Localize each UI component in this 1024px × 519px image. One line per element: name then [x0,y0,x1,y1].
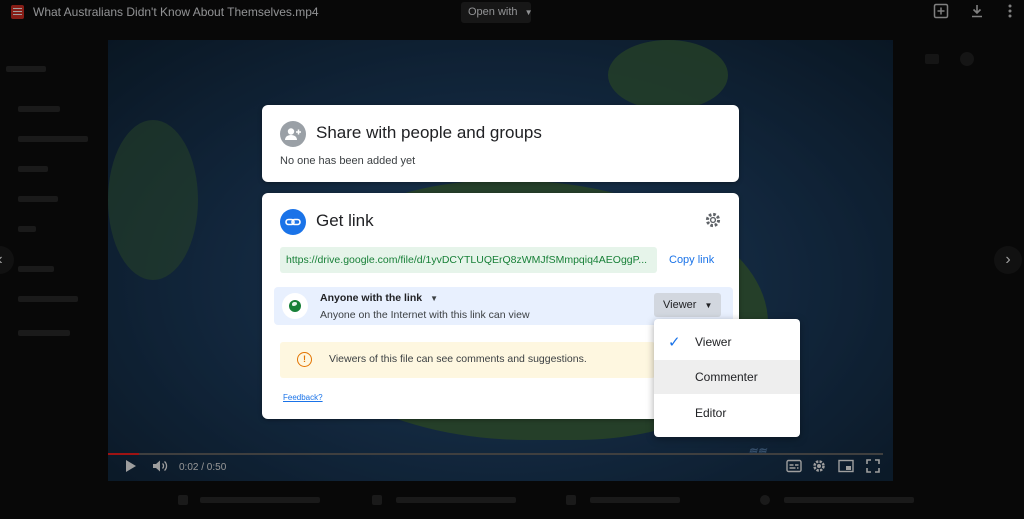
role-menu-item-label: Editor [695,406,727,420]
role-menu-item-label: Viewer [695,335,732,349]
share-subtitle: No one has been added yet [280,155,416,167]
info-banner-text: Viewers of this file can see comments an… [329,353,587,365]
copy-link-button[interactable]: Copy link [669,254,714,266]
gear-icon[interactable] [703,211,723,231]
feedback-link[interactable]: Feedback? [283,393,323,402]
share-people-card[interactable]: Share with people and groups No one has … [262,105,739,182]
role-menu-item-editor[interactable]: Editor [654,396,800,430]
access-scope-dropdown[interactable]: Anyone with the link ▼ [320,292,438,304]
info-icon: ! [297,352,312,367]
role-menu-item-commenter[interactable]: Commenter [654,360,800,394]
role-dropdown-label: Viewer [663,299,697,311]
check-icon: ✓ [668,334,681,351]
person-add-icon [280,121,306,147]
globe-icon-fill [289,300,301,312]
link-url-field[interactable]: https://drive.google.com/file/d/1yvDCYTL… [280,247,657,273]
caret-down-icon: ▼ [704,301,713,310]
share-title: Share with people and groups [316,123,542,142]
role-menu: ✓ Viewer Commenter Editor [654,319,800,437]
info-banner: ! Viewers of this file can see comments … [280,342,655,378]
role-menu-item-viewer[interactable]: ✓ Viewer [654,325,800,359]
caret-down-icon: ▼ [430,294,439,303]
globe-icon [282,293,308,319]
role-menu-item-label: Commenter [695,370,758,384]
link-url-text: https://drive.google.com/file/d/1yvDCYTL… [286,254,648,266]
access-description: Anyone on the Internet with this link ca… [320,309,530,321]
role-dropdown-button[interactable]: Viewer ▼ [654,293,721,317]
get-link-title: Get link [316,211,374,230]
access-scope-label: Anyone with the link [320,292,423,304]
link-icon [280,209,306,235]
